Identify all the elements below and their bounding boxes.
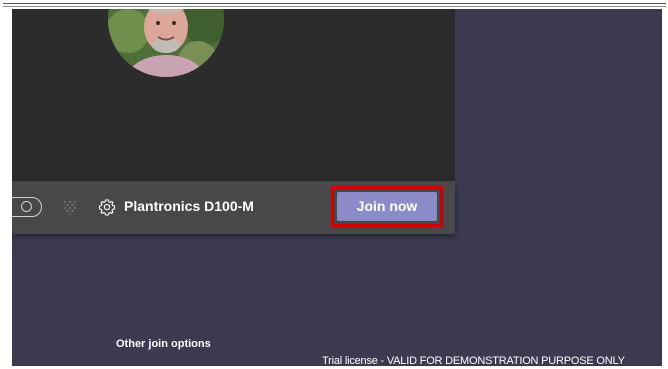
join-now-button[interactable]: Join now	[337, 192, 437, 221]
teams-prejoin-window: Plantronics D100-M Join now Other join o…	[12, 9, 662, 366]
top-border-line	[3, 3, 666, 4]
background-blur-icon[interactable]	[62, 199, 78, 215]
prejoin-controls-bar: Plantronics D100-M Join now	[12, 181, 455, 234]
video-toggle[interactable]	[12, 197, 42, 217]
gear-icon[interactable]	[98, 198, 116, 216]
audio-device-name[interactable]: Plantronics D100-M	[124, 198, 254, 214]
top-border-line-2	[3, 6, 666, 7]
user-photo	[108, 9, 224, 77]
screenshot-frame: Plantronics D100-M Join now Other join o…	[0, 0, 668, 369]
trial-license-watermark: Trial license - VALID FOR DEMONSTRATION …	[322, 355, 625, 366]
video-preview	[12, 9, 455, 181]
other-join-options-heading: Other join options	[116, 338, 211, 350]
user-avatar	[108, 9, 224, 77]
